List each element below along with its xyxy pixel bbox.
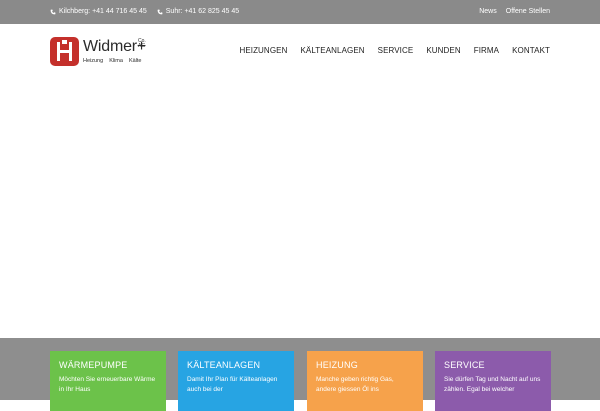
nav-item-service[interactable]: SERVICE — [378, 46, 414, 55]
logo-co-ag: Co. AG — [138, 39, 146, 49]
feature-band: WÄRMEPUMPE Möchten Sie erneuerbare Wärme… — [0, 338, 600, 411]
phone-suhr[interactable]: Suhr: +41 62 825 45 45 — [157, 8, 239, 15]
card-heizung[interactable]: HEIZUNG Manche geben richtig Gas, andere… — [307, 351, 423, 411]
card-waermepumpe[interactable]: WÄRMEPUMPE Möchten Sie erneuerbare Wärme… — [50, 351, 166, 411]
card-service[interactable]: SERVICE Sie dürfen Tag und Nacht auf uns… — [435, 351, 551, 411]
tagline-klima: Klima — [109, 58, 123, 64]
logo-h-icon — [57, 40, 72, 61]
logo-tagline: Heizung Klima Kälte — [83, 58, 142, 64]
nav-item-kunden[interactable]: KUNDEN — [426, 46, 460, 55]
main-nav: HEIZUNGEN KÄLTEANLAGEN SERVICE KUNDEN FI… — [239, 46, 550, 55]
phone-numbers: Kilchberg: +41 44 716 45 45 Suhr: +41 62… — [50, 8, 239, 15]
nav-item-kaelteanlagen[interactable]: KÄLTEANLAGEN — [300, 46, 364, 55]
phone-icon — [50, 9, 56, 14]
nav-item-kontakt[interactable]: KONTAKT — [512, 46, 550, 55]
logo-mark — [50, 37, 79, 66]
top-bar: Kilchberg: +41 44 716 45 45 Suhr: +41 62… — [0, 0, 600, 24]
nav-item-heizungen[interactable]: HEIZUNGEN — [239, 46, 287, 55]
logo-name: Widmer — [83, 38, 137, 55]
card-text: Manche geben richtig Gas, andere giessen… — [316, 376, 394, 393]
tagline-kaelte: Kälte — [128, 58, 142, 64]
hero-area — [0, 78, 600, 338]
company-logo[interactable]: Widmer+ Co. AG Heizung Klima Kälte — [50, 37, 160, 67]
top-links: News Offene Stellen — [479, 8, 550, 15]
news-link[interactable]: News — [479, 8, 497, 15]
logo-wordmark: Widmer+ — [83, 38, 146, 56]
phone-icon — [157, 9, 163, 14]
tagline-heizung: Heizung — [83, 58, 104, 64]
nav-item-firma[interactable]: FIRMA — [474, 46, 499, 55]
card-title: SERVICE — [444, 360, 485, 370]
card-text: Sie dürfen Tag und Nacht auf uns zählen.… — [444, 376, 541, 393]
phone-kilchberg-label: Kilchberg: +41 44 716 45 45 — [59, 8, 147, 15]
jobs-link[interactable]: Offene Stellen — [506, 8, 550, 15]
phone-suhr-label: Suhr: +41 62 825 45 45 — [165, 8, 240, 15]
card-title: KÄLTEANLAGEN — [187, 360, 261, 370]
card-text: Möchten Sie erneuerbare Wärme in Ihr Hau… — [59, 376, 156, 393]
phone-kilchberg[interactable]: Kilchberg: +41 44 716 45 45 — [50, 8, 147, 15]
card-kaelteanlagen[interactable]: KÄLTEANLAGEN Damit Ihr Plan für Kälteanl… — [178, 351, 294, 411]
logo-ag: AG — [138, 43, 146, 49]
card-title: WÄRMEPUMPE — [59, 360, 128, 370]
card-text: Damit Ihr Plan für Kälteanlagen auch bei… — [187, 376, 278, 393]
site-header: Widmer+ Co. AG Heizung Klima Kälte HEIZU… — [0, 24, 600, 78]
card-title: HEIZUNG — [316, 360, 358, 370]
